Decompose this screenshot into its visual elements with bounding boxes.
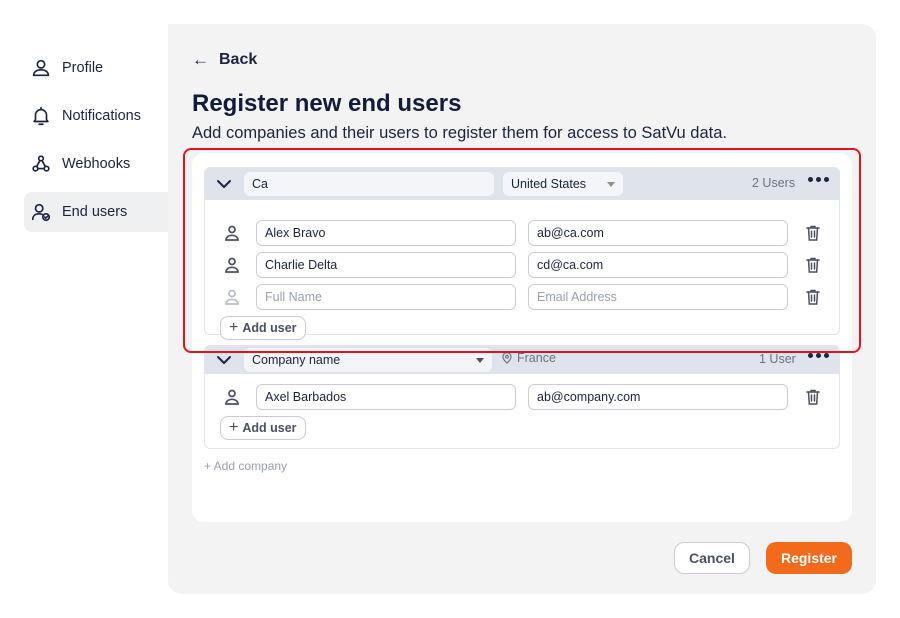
add-company-link[interactable]: + Add company [204, 459, 287, 473]
settings-sidebar: Profile Notifications Webhooks End users [0, 0, 174, 618]
sidebar-item-profile[interactable]: Profile [24, 48, 174, 88]
user-icon [32, 59, 50, 77]
arrow-left-icon: ← [192, 50, 209, 69]
company-name-value: Company name [252, 353, 341, 367]
sidebar-item-label: End users [62, 204, 128, 220]
user-check-icon [31, 203, 51, 222]
caret-down-icon [607, 182, 615, 187]
trash-icon[interactable] [805, 224, 821, 242]
more-options-icon[interactable] [808, 353, 829, 358]
caret-down-icon [476, 358, 484, 363]
sidebar-item-label: Webhooks [62, 156, 131, 172]
cancel-button[interactable]: Cancel [674, 542, 750, 574]
country-select[interactable]: United States [503, 172, 623, 196]
sidebar-item-webhooks[interactable]: Webhooks [24, 144, 174, 184]
sidebar-item-notifications[interactable]: Notifications [24, 96, 174, 136]
users-count: 1 User [759, 352, 796, 366]
email-input[interactable]: ab@company.com [528, 384, 788, 410]
user-row: Alex Bravo ab@ca.com [205, 220, 841, 246]
user-row: Axel Barbados ab@company.com [205, 384, 841, 410]
person-icon [225, 225, 239, 241]
trash-icon[interactable] [805, 256, 821, 274]
add-user-button[interactable]: + Add user [220, 316, 306, 340]
country-select-value: United States [511, 177, 587, 191]
location-field[interactable]: France [501, 351, 556, 365]
page-subtitle: Add companies and their users to registe… [192, 124, 728, 142]
full-name-input[interactable]: Axel Barbados [256, 384, 516, 410]
add-user-label: Add user [242, 421, 297, 435]
user-row: Charlie Delta cd@ca.com [205, 252, 841, 278]
sidebar-item-label: Profile [62, 60, 104, 76]
full-name-input[interactable]: Charlie Delta [256, 252, 516, 278]
person-icon [225, 289, 239, 305]
trash-icon[interactable] [805, 288, 821, 306]
email-input[interactable]: Email Address [528, 284, 788, 310]
more-options-icon[interactable] [808, 177, 829, 182]
bell-icon [33, 106, 49, 126]
back-button[interactable]: ← Back [192, 50, 257, 70]
sidebar-item-end-users[interactable]: End users [24, 192, 174, 232]
company-header: Company name France 1 User [205, 346, 839, 374]
full-name-input[interactable]: Alex Bravo [256, 220, 516, 246]
email-input[interactable]: ab@ca.com [528, 220, 788, 246]
sidebar-item-label: Notifications [62, 108, 141, 124]
plus-icon: + [229, 319, 239, 336]
chevron-down-icon[interactable] [215, 175, 233, 193]
back-label: Back [219, 51, 258, 68]
users-count: 2 Users [752, 176, 796, 190]
location-value: France [517, 351, 556, 365]
map-pin-icon [502, 352, 512, 364]
full-name-input[interactable]: Full Name [256, 284, 516, 310]
company-name-select[interactable]: Company name [244, 348, 492, 372]
plus-icon: + [229, 419, 239, 436]
page-title: Register new end users [192, 90, 462, 117]
register-button[interactable]: Register [766, 542, 852, 574]
chevron-down-icon[interactable] [215, 351, 233, 369]
webhook-icon [32, 155, 50, 172]
person-icon [225, 257, 239, 273]
add-user-label: Add user [242, 321, 297, 335]
companies-card: Ca United States 2 Users Alex Bravo ab@c… [192, 153, 852, 522]
company-name-input[interactable]: Ca [244, 172, 494, 196]
email-input[interactable]: cd@ca.com [528, 252, 788, 278]
company-block: Ca United States 2 Users Alex Bravo ab@c… [204, 167, 841, 340]
company-block: Company name France 1 User Axel Barbados… [204, 345, 840, 449]
trash-icon[interactable] [805, 388, 821, 406]
new-user-row: Full Name Email Address [205, 284, 841, 310]
company-header: Ca United States 2 Users [205, 168, 839, 200]
main-panel: ← Back Register new end users Add compan… [168, 24, 876, 594]
add-user-button[interactable]: + Add user [220, 416, 306, 440]
person-icon [225, 389, 239, 405]
